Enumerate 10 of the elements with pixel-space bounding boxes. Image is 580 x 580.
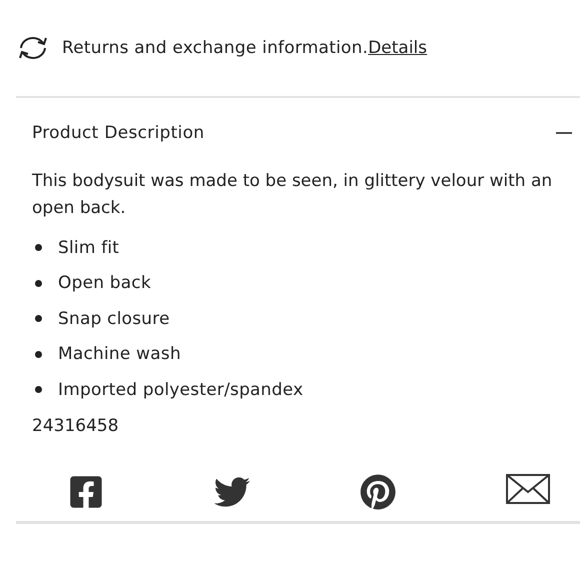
- feature-text: Open back: [58, 273, 152, 294]
- section-title: Product Description: [32, 123, 204, 143]
- details-link[interactable]: Details: [368, 38, 428, 58]
- description-text: This bodysuit was made to be seen, in glittery velour with an open back.: [32, 170, 554, 220]
- item-number: 24316458: [32, 416, 120, 436]
- feature-text: Snap closure: [58, 308, 170, 329]
- feature-text: Slim fit: [58, 238, 120, 258]
- feature-text: Machine wash: [58, 344, 181, 364]
- returns-text: Returns and exchange information.: [62, 38, 368, 58]
- feature-text: Imported polyester/spandex: [58, 380, 304, 400]
